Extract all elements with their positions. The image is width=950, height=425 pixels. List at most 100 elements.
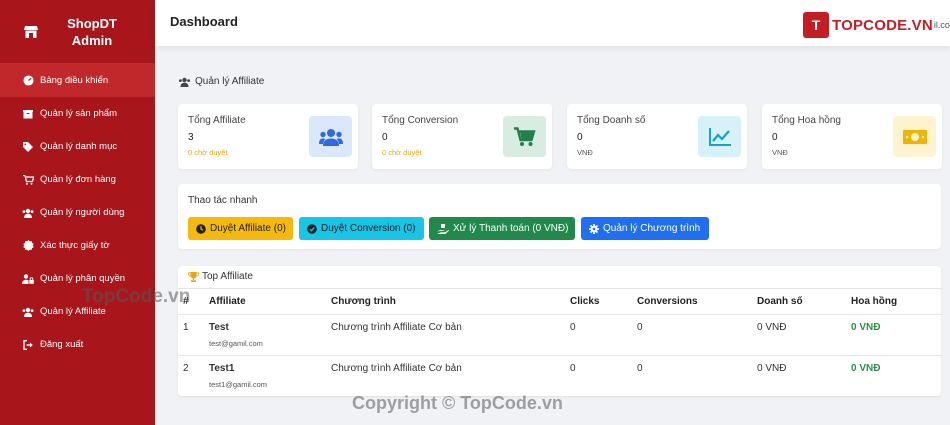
cell-commission: 0 VNĐ xyxy=(846,314,941,356)
stat-value: 0 xyxy=(772,132,778,143)
sidebar-item-label: Quản lý người dùng xyxy=(40,207,125,218)
col-rank: # xyxy=(178,288,204,315)
stat-sub: 0 chờ duyệt xyxy=(382,148,422,157)
table-row[interactable]: 1 Test test@gamil.com Chương trình Affil… xyxy=(178,314,941,356)
col-program: Chương trình xyxy=(326,288,565,315)
cell-revenue: 0 VNĐ xyxy=(752,355,846,397)
logout-icon xyxy=(22,339,34,351)
topcode-logo: T TOPCODE.VN il.com xyxy=(803,12,950,38)
sidebar-item-products[interactable]: Quản lý sản phẩm xyxy=(0,97,155,130)
cell-clicks: 0 xyxy=(565,355,632,397)
sidebar-item-dashboard[interactable]: Bảng điều khiển xyxy=(0,64,155,97)
stat-sub: VNĐ xyxy=(772,148,788,157)
tag-icon xyxy=(22,141,34,153)
sidebar-item-logout[interactable]: Đăng xuất xyxy=(0,328,155,361)
store-icon xyxy=(24,25,38,39)
users-icon xyxy=(22,306,34,318)
top-affiliate-panel: Top Affiliate # Affiliate Chương trình C… xyxy=(178,266,941,397)
user-lock-icon xyxy=(22,273,34,285)
users-icon xyxy=(178,77,191,87)
stat-value: 0 xyxy=(577,132,583,143)
affiliate-email: test@gamil.com xyxy=(209,339,263,348)
approve-conversion-button[interactable]: Duyệt Conversion (0) xyxy=(299,217,424,240)
stat-card-commission: Tổng Hoa hồng 0 VNĐ xyxy=(762,104,942,169)
sidebar-item-verification[interactable]: Xác thực giấy tờ xyxy=(0,229,155,262)
section-title: Quản lý Affiliate xyxy=(178,76,264,87)
cell-clicks: 0 xyxy=(565,314,632,356)
stat-label: Tổng Affiliate xyxy=(188,115,246,126)
sidebar-item-label: Quản lý Affiliate xyxy=(40,306,106,317)
page-title: Dashboard xyxy=(170,14,238,29)
sidebar-nav: Bảng điều khiển Quản lý sản phẩm Quản lý… xyxy=(0,64,155,361)
manage-program-button[interactable]: Quản lý Chương trình xyxy=(581,217,709,240)
dashboard-icon xyxy=(22,75,34,87)
stat-label: Tổng Hoa hồng xyxy=(772,115,841,126)
cell-program: Chương trình Affiliate Cơ bản xyxy=(326,355,565,397)
stat-value: 0 xyxy=(382,132,388,143)
sidebar-item-affiliate[interactable]: Quản lý Affiliate xyxy=(0,295,155,328)
cell-conversions: 0 xyxy=(632,314,752,356)
stat-card-affiliate: Tổng Affiliate 3 0 chờ duyệt xyxy=(178,104,358,169)
table-row[interactable]: 2 Test1 test1@gamil.com Chương trình Aff… xyxy=(178,355,941,397)
table-header-row: # Affiliate Chương trình Clicks Conversi… xyxy=(178,288,941,315)
cart-icon xyxy=(503,116,546,157)
col-revenue: Doanh số xyxy=(752,288,846,315)
sidebar-item-orders[interactable]: Quản lý đơn hàng xyxy=(0,163,155,196)
approve-affiliate-button[interactable]: Duyệt Affiliate (0) xyxy=(188,217,293,240)
hand-money-icon xyxy=(437,223,449,234)
money-icon xyxy=(893,116,936,157)
cell-program: Chương trình Affiliate Cơ bản xyxy=(326,314,565,356)
affiliate-email: test1@gamil.com xyxy=(209,380,268,389)
gear-icon xyxy=(589,223,599,234)
col-commission: Hoa hồng xyxy=(846,288,941,315)
cell-revenue: 0 VNĐ xyxy=(752,314,846,356)
sidebar-item-permissions[interactable]: Quản lý phân quyền xyxy=(0,262,155,295)
certificate-icon xyxy=(22,240,34,252)
affiliate-name: Test xyxy=(209,322,229,333)
cart-icon xyxy=(22,174,34,186)
stat-card-revenue: Tổng Doanh số 0 VNĐ xyxy=(567,104,747,169)
users-icon xyxy=(22,207,34,219)
sidebar-item-label: Quản lý phân quyền xyxy=(40,273,126,284)
sidebar-item-label: Quản lý đơn hàng xyxy=(40,174,116,185)
clock-icon xyxy=(196,223,206,234)
col-clicks: Clicks xyxy=(565,288,632,315)
cell-commission: 0 VNĐ xyxy=(846,355,941,397)
sidebar-item-users[interactable]: Quản lý người dùng xyxy=(0,196,155,229)
cell-affiliate: Test test@gamil.com xyxy=(204,314,326,356)
affiliate-name: Test1 xyxy=(209,363,235,374)
cell-affiliate: Test1 test1@gamil.com xyxy=(204,355,326,397)
top-affiliate-title: Top Affiliate xyxy=(188,271,253,282)
stat-sub: VNĐ xyxy=(577,148,593,157)
sidebar: ShopDT Admin Bảng điều khiển Quản lý sản… xyxy=(0,0,155,425)
col-affiliate: Affiliate xyxy=(204,288,326,315)
box-icon xyxy=(22,108,34,120)
trophy-icon xyxy=(188,271,199,282)
top-affiliate-table: # Affiliate Chương trình Clicks Conversi… xyxy=(178,288,941,397)
stat-label: Tổng Conversion xyxy=(382,115,459,126)
stat-card-conversion: Tổng Conversion 0 0 chờ duyệt xyxy=(372,104,552,169)
brand[interactable]: ShopDT Admin xyxy=(0,0,155,64)
users-icon xyxy=(309,116,352,157)
cell-rank: 1 xyxy=(178,314,204,356)
header-email-fragment: il.com xyxy=(933,20,950,30)
quick-actions-title: Thao tác nhanh xyxy=(188,195,258,206)
topbar: Dashboard T TOPCODE.VN il.com xyxy=(155,0,950,46)
cell-conversions: 0 xyxy=(632,355,752,397)
stat-value: 3 xyxy=(188,132,194,143)
sidebar-item-label: Quản lý danh mục xyxy=(40,141,118,152)
sidebar-item-label: Xác thực giấy tờ xyxy=(40,240,110,251)
col-conversions: Conversions xyxy=(632,288,752,315)
quick-actions-panel: Thao tác nhanh Duyệt Affiliate (0) Duyệt… xyxy=(178,184,941,249)
chart-line-icon xyxy=(698,116,741,157)
logo-text: TOPCODE.VN xyxy=(832,16,933,34)
sidebar-item-label: Quản lý sản phẩm xyxy=(40,108,118,119)
stat-sub: 0 chờ duyệt xyxy=(188,148,228,157)
sidebar-item-categories[interactable]: Quản lý danh mục xyxy=(0,130,155,163)
process-payment-button[interactable]: Xử lý Thanh toán (0 VNĐ) xyxy=(429,217,575,240)
brand-name: ShopDT Admin xyxy=(67,15,117,48)
logo-mark: T xyxy=(803,12,829,38)
cell-rank: 2 xyxy=(178,355,204,397)
check-circle-icon xyxy=(307,223,317,234)
stat-label: Tổng Doanh số xyxy=(577,115,646,126)
